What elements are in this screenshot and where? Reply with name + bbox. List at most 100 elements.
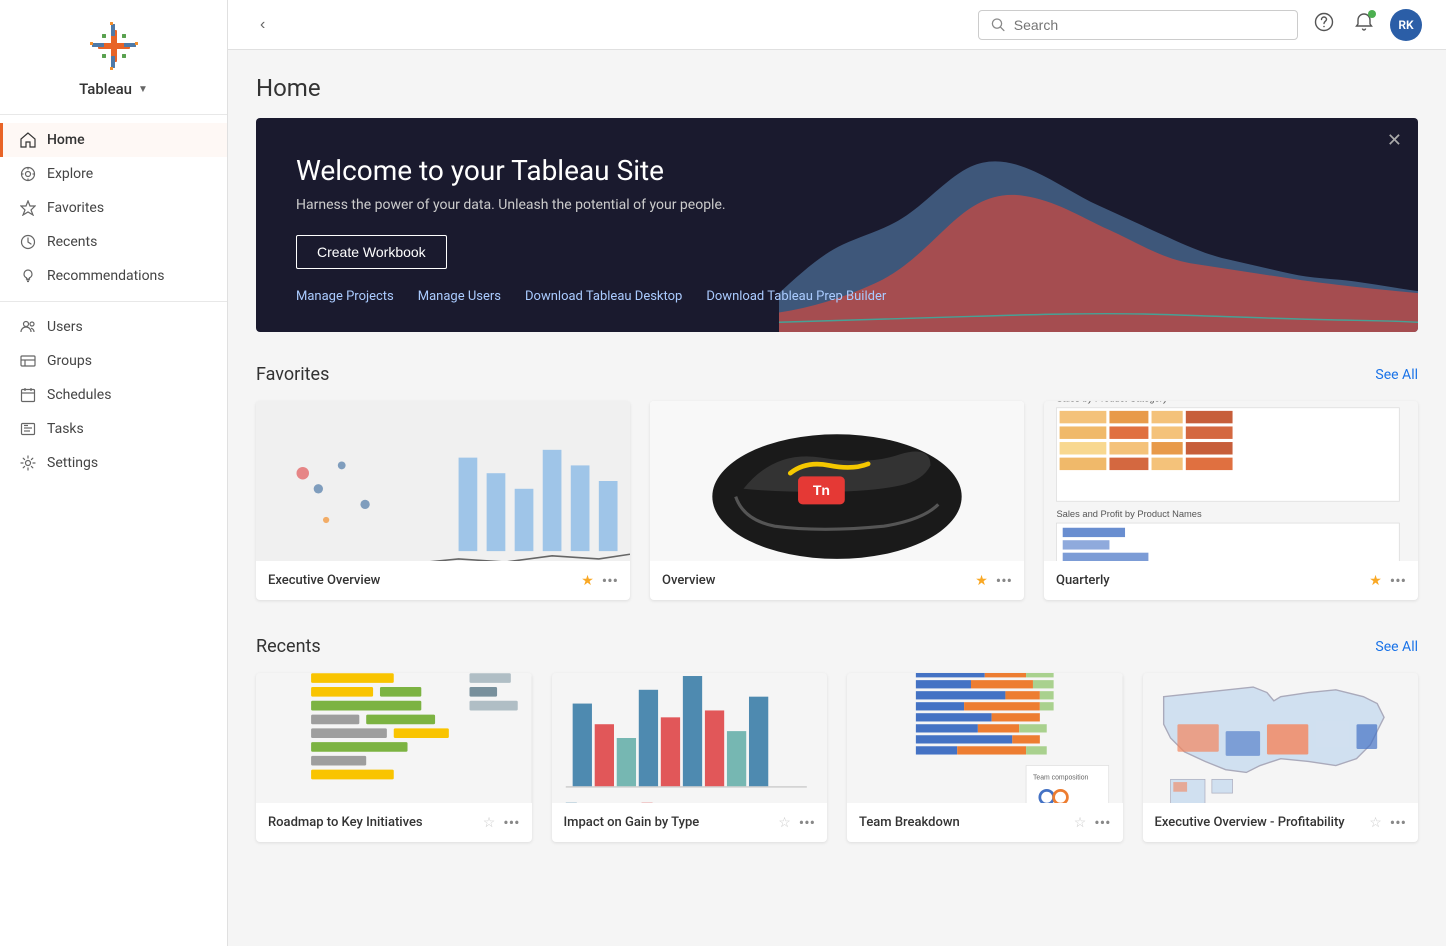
- card-footer-roadmap: Roadmap to Key Initiatives ☆ •••: [256, 803, 532, 842]
- sidebar-item-users[interactable]: Users: [0, 310, 227, 344]
- sidebar: Tableau ▼ Home Explore: [0, 0, 228, 946]
- search-box[interactable]: [978, 10, 1298, 40]
- svg-text:Team composition: Team composition: [1033, 774, 1089, 781]
- card-quarterly[interactable]: Product Dit Wabmen Sales by Product Cate…: [1044, 401, 1418, 600]
- banner-subtitle: Harness the power of your data. Unleash …: [296, 197, 1378, 213]
- card-exec-profitability[interactable]: Executive Overview - Profitability: [1143, 673, 1419, 842]
- sidebar-item-schedules-label: Schedules: [47, 387, 111, 403]
- sidebar-item-settings-label: Settings: [47, 455, 98, 471]
- recents-see-all-link[interactable]: See All: [1375, 639, 1418, 655]
- card-name-roadmap: Roadmap to Key Initiatives: [268, 815, 423, 830]
- groups-icon: [19, 352, 37, 370]
- card-thumbnail-overview: Tn: [650, 401, 1024, 561]
- svg-text:Sales by Product Category: Sales by Product Category: [1056, 401, 1167, 404]
- card-more-impact-gain[interactable]: •••: [799, 813, 815, 832]
- card-more-overview[interactable]: •••: [996, 571, 1012, 590]
- card-overview[interactable]: Tn Overview ★ •••: [650, 401, 1024, 600]
- card-more-exec-profitability[interactable]: •••: [1390, 813, 1406, 832]
- sidebar-header: Tableau ▼: [0, 0, 227, 115]
- sidebar-item-favorites[interactable]: Favorites: [0, 191, 227, 225]
- card-actions-roadmap: ☆ •••: [483, 813, 520, 832]
- svg-text:Sales and Profit by Product Na: Sales and Profit by Product Names: [1056, 509, 1202, 519]
- search-input[interactable]: [1014, 17, 1285, 33]
- card-name-overview: Overview: [662, 573, 715, 588]
- download-prep-link[interactable]: Download Tableau Prep Builder: [706, 289, 886, 304]
- download-desktop-link[interactable]: Download Tableau Desktop: [525, 289, 682, 304]
- collapse-sidebar-button[interactable]: ‹: [252, 12, 273, 38]
- card-actions-impact-gain: ☆ •••: [778, 813, 815, 832]
- card-thumbnail-quarterly: Product Dit Wabmen Sales by Product Cate…: [1044, 401, 1418, 561]
- card-star-exec-profitability[interactable]: ☆: [1369, 815, 1382, 831]
- settings-icon: [19, 454, 37, 472]
- help-button[interactable]: [1310, 8, 1338, 41]
- users-icon: [19, 318, 37, 336]
- card-footer-executive-overview: Executive Overview ★ •••: [256, 561, 630, 600]
- sidebar-item-tasks[interactable]: Tasks: [0, 412, 227, 446]
- brand-chevron-icon: ▼: [138, 84, 148, 95]
- card-star-executive-overview[interactable]: ★: [581, 573, 594, 589]
- tasks-icon: [19, 420, 37, 438]
- favorites-cards-grid: Executive Overview: [256, 401, 1418, 600]
- card-star-impact-gain[interactable]: ☆: [778, 815, 791, 831]
- admin-nav-section: Users Groups Schedules Tas: [0, 310, 227, 480]
- notifications-button[interactable]: [1350, 8, 1378, 41]
- lightbulb-icon: [19, 267, 37, 285]
- card-team-breakdown[interactable]: Team breakdown: [847, 673, 1123, 842]
- clock-icon: [19, 233, 37, 251]
- sidebar-navigation: Home Explore Favorites Rec: [0, 115, 227, 946]
- brand-name: Tableau: [79, 80, 132, 98]
- manage-projects-link[interactable]: Manage Projects: [296, 289, 394, 304]
- brand-switcher[interactable]: Tableau ▼: [79, 80, 148, 98]
- card-impact-gain[interactable]: Series A Series B Impact on Gain by Type…: [552, 673, 828, 842]
- card-star-roadmap[interactable]: ☆: [483, 815, 496, 831]
- favorites-star-icon: [19, 199, 37, 217]
- main-nav-section: Home Explore Favorites Rec: [0, 123, 227, 293]
- card-footer-exec-profitability: Executive Overview - Profitability ☆ •••: [1143, 803, 1419, 842]
- card-roadmap[interactable]: Roadmap to Key Initiatives: [256, 673, 532, 842]
- card-footer-quarterly: Quarterly ★ •••: [1044, 561, 1418, 600]
- favorites-see-all-link[interactable]: See All: [1375, 367, 1418, 383]
- sidebar-item-home[interactable]: Home: [0, 123, 227, 157]
- sidebar-item-settings[interactable]: Settings: [0, 446, 227, 480]
- sidebar-item-schedules[interactable]: Schedules: [0, 378, 227, 412]
- card-executive-overview[interactable]: Executive Overview: [256, 401, 630, 600]
- card-more-quarterly[interactable]: •••: [1390, 571, 1406, 590]
- card-star-overview[interactable]: ★: [975, 573, 988, 589]
- sidebar-item-explore-label: Explore: [47, 166, 93, 182]
- sidebar-item-recents-label: Recents: [47, 234, 97, 250]
- topbar-right: RK: [978, 8, 1422, 41]
- card-name-quarterly: Quarterly: [1056, 573, 1110, 588]
- banner-title: Welcome to your Tableau Site: [296, 154, 1378, 187]
- card-more-executive-overview[interactable]: •••: [602, 571, 618, 590]
- card-thumbnail-executive-overview: Executive Overview: [256, 401, 630, 561]
- home-icon: [19, 131, 37, 149]
- card-name-impact-gain: Impact on Gain by Type: [564, 815, 700, 830]
- welcome-banner: ✕ Welcome to your Tableau Site Harness t…: [256, 118, 1418, 332]
- card-footer-overview: Overview ★ •••: [650, 561, 1024, 600]
- banner-links: Manage Projects Manage Users Download Ta…: [296, 289, 1378, 304]
- avatar[interactable]: RK: [1390, 9, 1422, 41]
- tableau-logo-icon: [88, 20, 140, 72]
- card-footer-impact-gain: Impact on Gain by Type ☆ •••: [552, 803, 828, 842]
- page-title: Home: [256, 74, 1418, 102]
- sidebar-item-explore[interactable]: Explore: [0, 157, 227, 191]
- manage-users-link[interactable]: Manage Users: [418, 289, 501, 304]
- card-more-roadmap[interactable]: •••: [503, 813, 519, 832]
- create-workbook-button[interactable]: Create Workbook: [296, 235, 447, 269]
- sidebar-item-recents[interactable]: Recents: [0, 225, 227, 259]
- card-name-team-breakdown: Team Breakdown: [859, 815, 960, 830]
- card-more-team-breakdown[interactable]: •••: [1094, 813, 1110, 832]
- page-content: Home ✕ Welcome to your Tableau Site Harn…: [228, 50, 1446, 890]
- sidebar-item-tasks-label: Tasks: [47, 421, 84, 437]
- card-name-executive-overview: Executive Overview: [268, 573, 380, 588]
- card-thumbnail-impact-gain: Series A Series B: [552, 673, 828, 803]
- card-star-quarterly[interactable]: ★: [1369, 573, 1382, 589]
- sidebar-item-recommendations[interactable]: Recommendations: [0, 259, 227, 293]
- card-footer-team-breakdown: Team Breakdown ☆ •••: [847, 803, 1123, 842]
- sidebar-item-users-label: Users: [47, 319, 83, 335]
- svg-text:Tn: Tn: [813, 482, 830, 498]
- card-actions-overview: ★ •••: [975, 571, 1012, 590]
- sidebar-item-groups[interactable]: Groups: [0, 344, 227, 378]
- card-actions-team-breakdown: ☆ •••: [1074, 813, 1111, 832]
- card-star-team-breakdown[interactable]: ☆: [1074, 815, 1087, 831]
